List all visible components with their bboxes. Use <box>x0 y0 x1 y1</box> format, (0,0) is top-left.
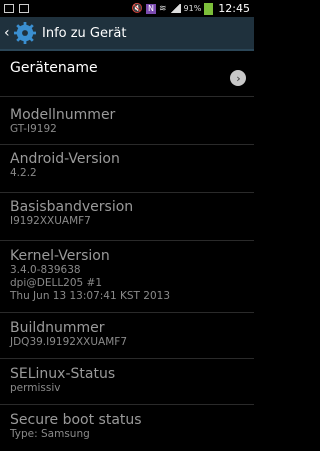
mute-icon: 🔇 <box>131 3 143 14</box>
model-number-row: Modellnummer GT-I9192 <box>0 97 254 145</box>
kernel-version-row: Kernel-Version 3.4.0-839638 dpi@DELL205 … <box>0 241 254 313</box>
chevron-right-icon: › <box>230 70 246 86</box>
signal-icon <box>169 4 181 13</box>
build-number-value: JDQ39.I9192XXUAMF7 <box>10 336 127 348</box>
secure-boot-status-value: Type: Samsung <box>10 428 90 440</box>
message-notification-icon <box>19 4 29 13</box>
page-title: Info zu Gerät <box>42 25 127 41</box>
battery-percent: 91% <box>183 4 202 13</box>
baseband-version-value: I9192XXUAMF7 <box>10 215 91 227</box>
model-number-value: GT-I9192 <box>10 123 57 135</box>
status-bar: 🔇 N ≋ 91% 12:45 <box>0 0 254 17</box>
gallery-notification-icon <box>4 4 14 13</box>
gear-icon[interactable] <box>14 22 36 44</box>
model-number-label: Modellnummer <box>10 107 116 123</box>
wifi-icon: ≋ <box>158 3 167 14</box>
baseband-version-row: Basisbandversion I9192XXUAMF7 <box>0 193 254 241</box>
kernel-version-line: 3.4.0-839638 <box>10 264 81 276</box>
secure-boot-status-label: Secure boot status <box>10 412 142 428</box>
selinux-status-value: permissiv <box>10 382 61 394</box>
kernel-version-line: Thu Jun 13 13:07:41 KST 2013 <box>10 290 171 302</box>
clock: 12:45 <box>218 2 250 15</box>
build-number-row[interactable]: Buildnummer JDQ39.I9192XXUAMF7 <box>0 313 254 359</box>
back-icon[interactable]: ‹ <box>4 25 12 41</box>
android-version-row[interactable]: Android-Version 4.2.2 <box>0 145 254 193</box>
android-version-label: Android-Version <box>10 151 120 167</box>
action-bar: ‹ Info zu Gerät <box>0 17 254 51</box>
nfc-icon: N <box>145 3 156 14</box>
selinux-status-row: SELinux-Status permissiv <box>0 359 254 405</box>
device-name-label: Gerätename <box>10 60 98 76</box>
android-version-value: 4.2.2 <box>10 167 37 179</box>
kernel-version-line: dpi@DELL205 #1 <box>10 277 103 289</box>
baseband-version-label: Basisbandversion <box>10 199 134 215</box>
build-number-label: Buildnummer <box>10 320 105 336</box>
secure-boot-status-row: Secure boot status Type: Samsung <box>0 405 254 451</box>
kernel-version-label: Kernel-Version <box>10 248 110 264</box>
battery-icon <box>204 2 214 15</box>
selinux-status-label: SELinux-Status <box>10 366 116 382</box>
device-name-row[interactable]: Gerätename › <box>0 51 254 97</box>
